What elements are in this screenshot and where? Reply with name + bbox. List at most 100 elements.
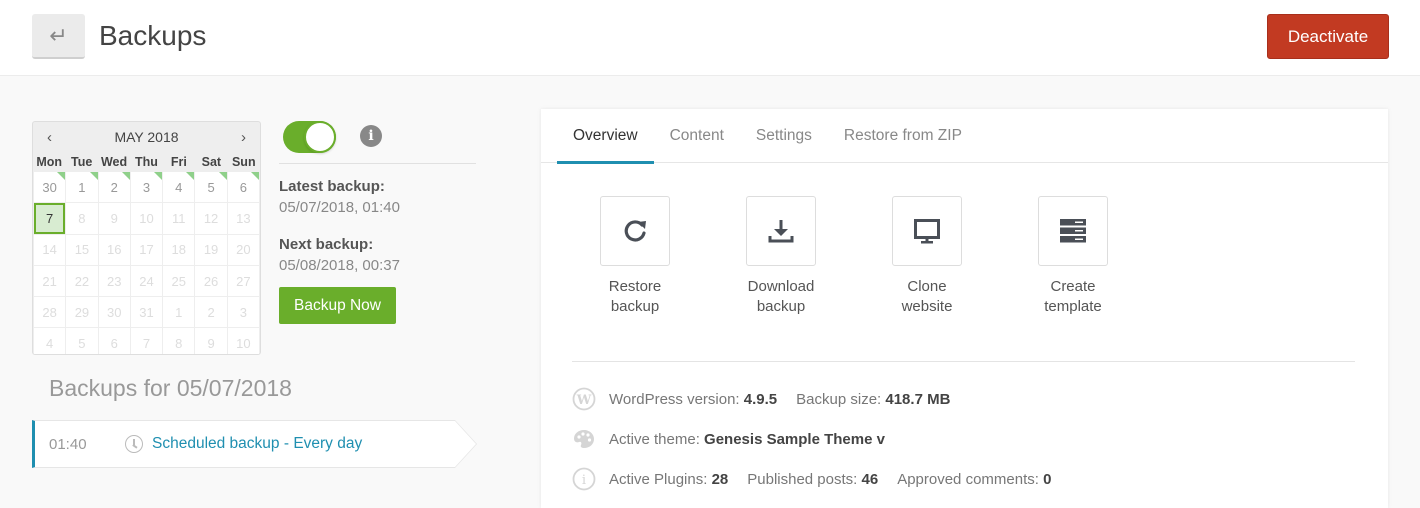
calendar-day[interactable]: 6 (227, 172, 260, 203)
deactivate-button[interactable]: Deactivate (1267, 14, 1389, 59)
toggle-knob (304, 121, 336, 153)
label-line: template (1044, 298, 1102, 315)
calendar-day[interactable]: 27 (227, 265, 259, 297)
calendar-day[interactable]: 20 (227, 234, 259, 265)
calendar-day[interactable]: 4 (163, 172, 195, 203)
calendar-day[interactable]: 28 (34, 297, 66, 328)
label-line: Clone (907, 278, 947, 295)
calendar-day[interactable]: 17 (130, 234, 163, 265)
svg-text:i: i (582, 473, 586, 488)
weekday-label: Sun (231, 155, 256, 169)
calendar-day[interactable]: 18 (163, 234, 195, 265)
info-icon[interactable]: i (360, 125, 382, 147)
calendar-day[interactable]: 3 (130, 172, 163, 203)
calendar-day[interactable]: 5 (66, 328, 98, 354)
schedule-toggle[interactable] (283, 121, 336, 153)
chevron-left-icon[interactable]: ‹ (47, 129, 52, 146)
calendar-day[interactable]: 3 (227, 297, 259, 328)
weekday-label: Wed (100, 155, 128, 169)
tab-settings[interactable]: Settings (740, 109, 828, 163)
backup-list-item[interactable]: 01:40 Scheduled backup - Every day (32, 420, 477, 468)
weekday-label: Sat (201, 155, 222, 169)
calendar-day[interactable]: 8 (66, 203, 98, 234)
page-title: Backups (99, 20, 207, 51)
calendar-day[interactable]: 5 (195, 172, 227, 203)
backup-calendar: ‹ MAY 2018 › Mon Tue Wed Thu Fri Sat Sun 30 1 2 3… (32, 121, 261, 355)
monitor-icon (914, 219, 940, 244)
server-icon (1060, 219, 1086, 243)
calendar-day-selected[interactable]: 7 (34, 203, 66, 234)
calendar-day[interactable]: 12 (195, 203, 227, 234)
calendar-day[interactable]: 2 (98, 172, 131, 203)
calendar-day[interactable]: 10 (227, 328, 259, 354)
calendar-day[interactable]: 19 (195, 234, 227, 265)
calendar-day[interactable]: 7 (130, 328, 163, 354)
calendar-month-label: MAY 2018 (114, 129, 179, 145)
calendar-day[interactable]: 30 (98, 297, 130, 328)
clone-website-label: Clone website (872, 277, 982, 317)
info-row-theme: Active theme: Genesis Sample Theme v (572, 427, 904, 451)
create-template-label: Create template (1018, 277, 1128, 317)
active-theme-value: Genesis Sample Theme v (704, 430, 885, 448)
calendar-day[interactable]: 10 (130, 203, 163, 234)
calendar-day[interactable]: 29 (66, 297, 98, 328)
create-template-button[interactable]: Create template (1038, 196, 1108, 317)
latest-backup-label: Latest backup: (279, 178, 385, 195)
tab-restore-from-zip[interactable]: Restore from ZIP (828, 109, 978, 163)
overview-panel: Overview Content Settings Restore from Z… (541, 109, 1388, 508)
calendar-day[interactable]: 31 (130, 297, 163, 328)
back-button[interactable]: ↵ (32, 14, 85, 59)
calendar-day[interactable]: 1 (163, 297, 195, 328)
backup-now-button[interactable]: Backup Now (279, 287, 396, 324)
calendar-day[interactable]: 21 (34, 265, 66, 297)
active-plugins-value: 28 (711, 470, 729, 488)
label-line: backup (610, 298, 660, 315)
calendar-day[interactable]: 8 (163, 328, 195, 354)
divider (279, 163, 476, 164)
calendar-day[interactable]: 1 (66, 172, 98, 203)
tab-content[interactable]: Content (654, 109, 740, 163)
calendar-day[interactable]: 30 (34, 172, 66, 203)
published-posts-value: 46 (861, 470, 879, 488)
calendar-day[interactable]: 4 (34, 328, 66, 354)
approved-comments-label: Approved comments: (897, 470, 1039, 488)
info-row-stats: i Active Plugins: 28 Published posts: 46… (572, 467, 1070, 491)
backup-size-value: 418.7 MB (885, 390, 951, 408)
restore-backup-button[interactable]: Restore backup (600, 196, 670, 317)
tab-overview[interactable]: Overview (557, 109, 654, 164)
active-theme: Active theme: Genesis Sample Theme v (609, 431, 885, 448)
backups-list-heading: Backups for 05/07/2018 (49, 375, 292, 401)
restore-icon-box (600, 196, 670, 266)
calendar-day[interactable]: 11 (163, 203, 195, 234)
label-line: Restore (608, 278, 662, 295)
calendar-day[interactable]: 25 (163, 265, 195, 297)
calendar-day[interactable]: 13 (227, 203, 259, 234)
active-plugins-label: Active Plugins: (609, 470, 708, 488)
weekday-label: Thu (135, 155, 158, 169)
calendar-day[interactable]: 2 (195, 297, 227, 328)
calendar-days: 30 1 2 3 4 5 6 7 8 9 10 11 12 13 14 15 16 17 18 19 20 21 22 23 2… (33, 172, 260, 354)
calendar-day[interactable]: 6 (98, 328, 130, 354)
calendar-day[interactable]: 23 (98, 265, 130, 297)
calendar-day[interactable]: 26 (195, 265, 227, 297)
label-line: Create (1050, 278, 1096, 295)
clone-website-button[interactable]: Clone website (892, 196, 962, 317)
wordpress-icon: W (572, 387, 596, 411)
calendar-day[interactable]: 14 (34, 234, 66, 265)
backup-size-label: Backup size: (796, 390, 882, 408)
top-bar: ↵ Backups Deactivate (0, 0, 1420, 76)
published-posts: Published posts: 46 (747, 471, 878, 488)
next-backup-value: 05/08/2018, 00:37 (279, 257, 400, 274)
latest-backup-value: 05/07/2018, 01:40 (279, 199, 400, 216)
chevron-right-icon[interactable]: › (241, 129, 246, 146)
download-backup-button[interactable]: Download backup (746, 196, 816, 317)
next-backup-label: Next backup: (279, 236, 374, 253)
calendar-day[interactable]: 15 (66, 234, 98, 265)
calendar-day[interactable]: 9 (98, 203, 130, 234)
calendar-day[interactable]: 24 (130, 265, 163, 297)
calendar-day[interactable]: 9 (195, 328, 227, 354)
info-circle-icon: i (572, 467, 596, 491)
calendar-header: ‹ MAY 2018 › (33, 122, 260, 152)
calendar-day[interactable]: 22 (66, 265, 98, 297)
calendar-day[interactable]: 16 (98, 234, 130, 265)
